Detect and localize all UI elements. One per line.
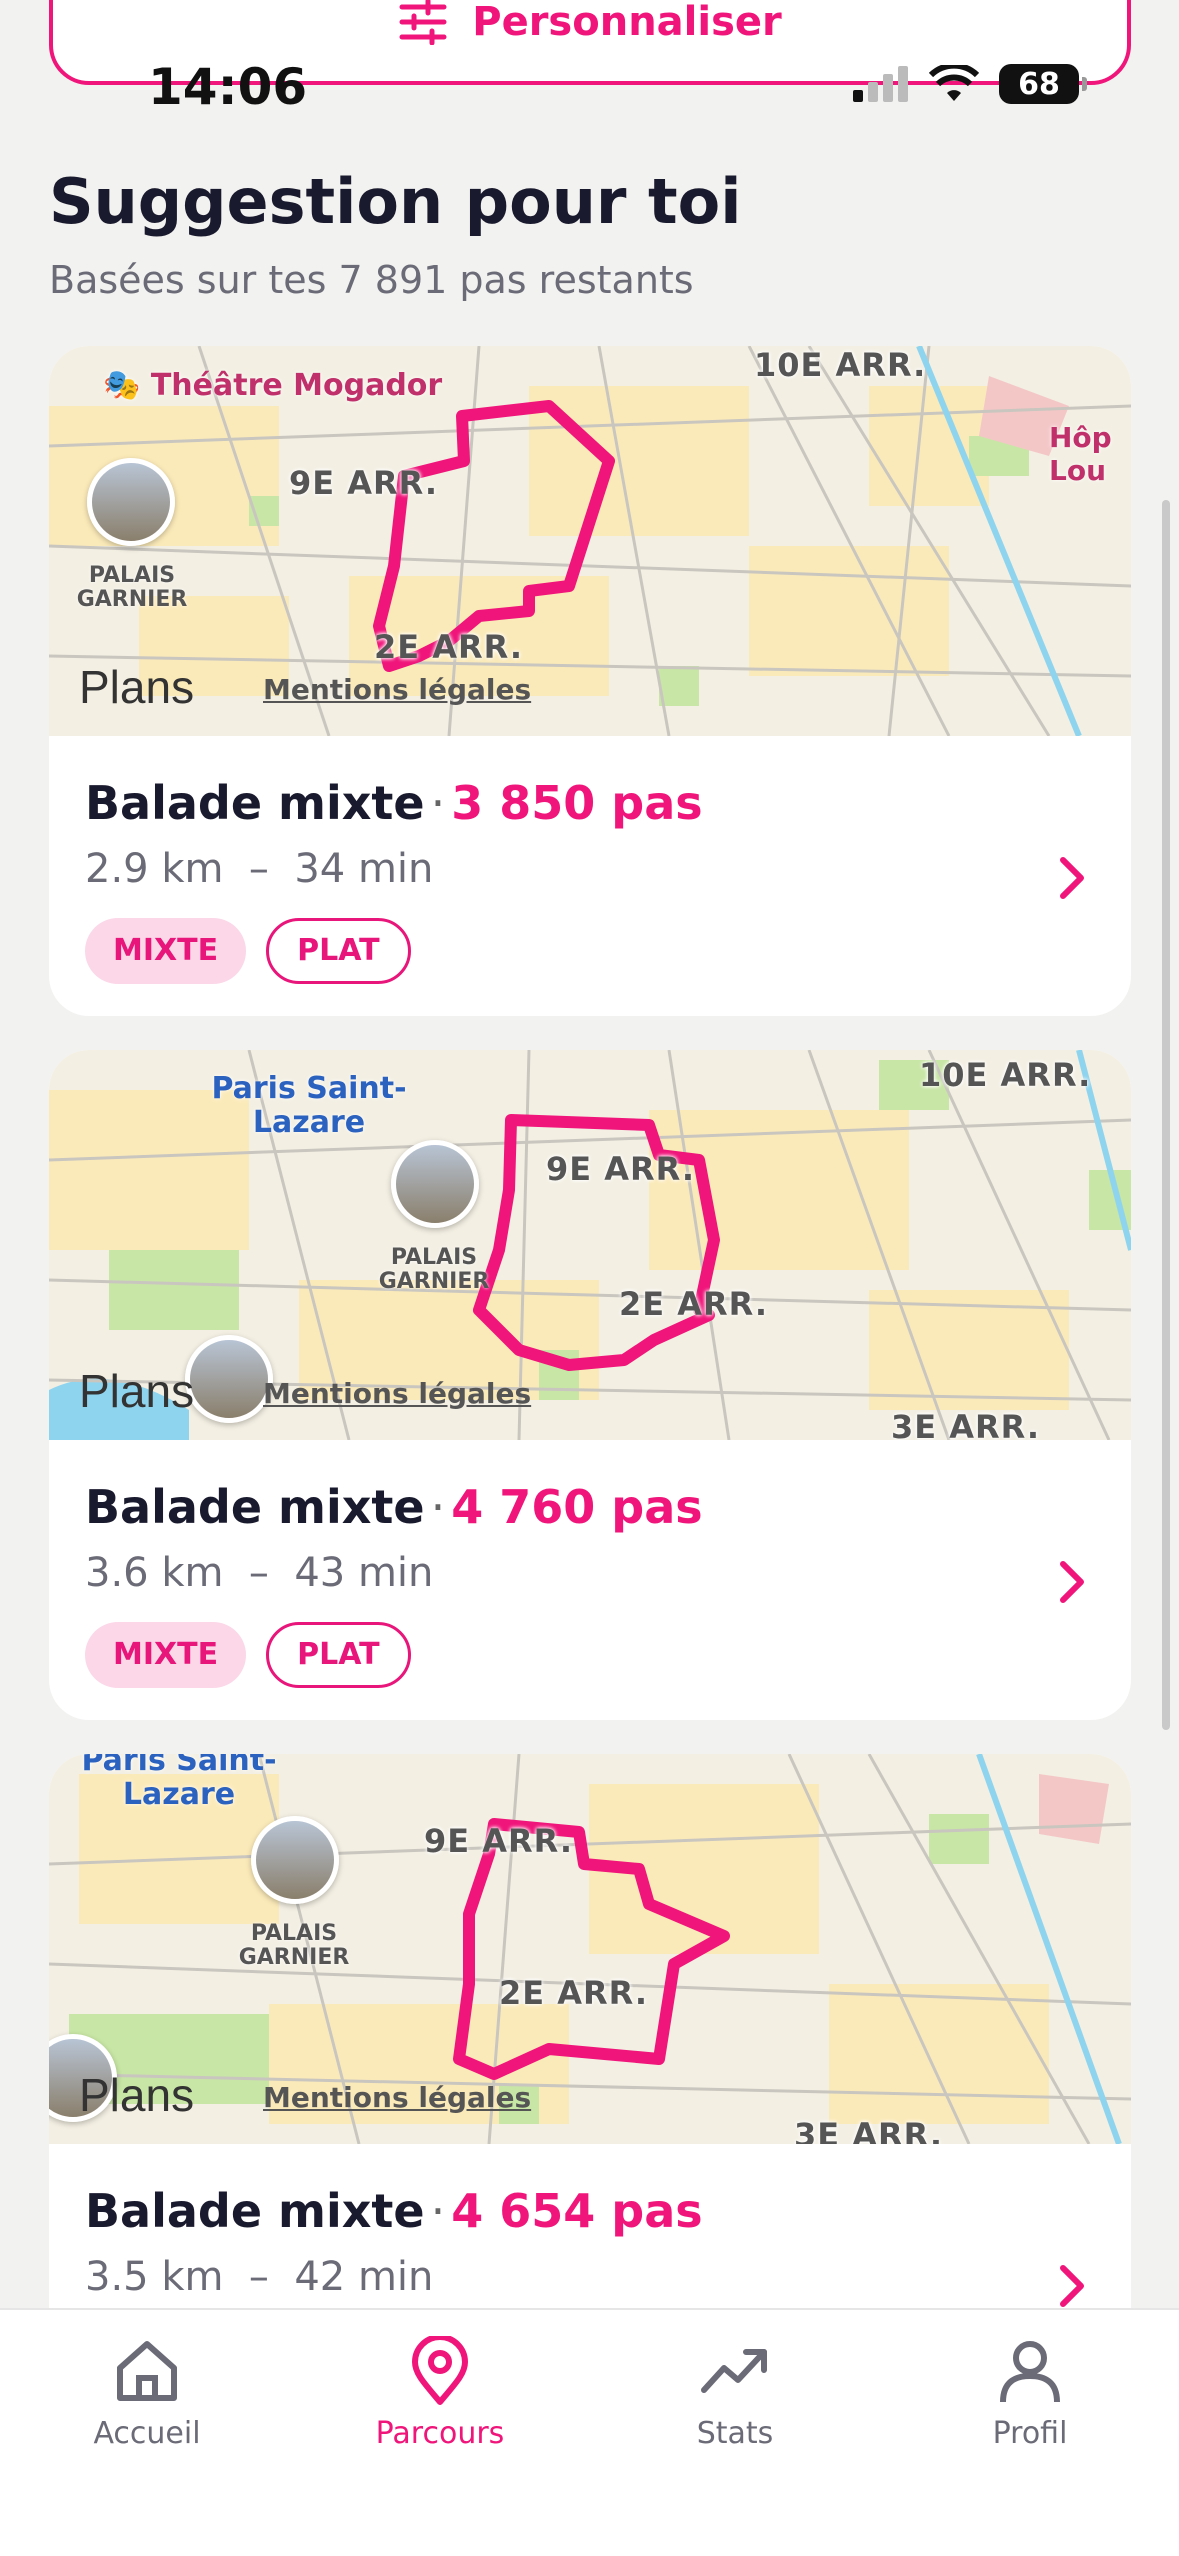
map-poi-label: Paris Saint-Lazare (81, 1754, 277, 1812)
tag-list: MIXTE PLAT (85, 1622, 411, 1688)
card-title: Balade mixte · 4 654 pas (85, 2184, 703, 2238)
map-landmark-label: PALAIS GARNIER (378, 1245, 490, 1294)
apple-plans-logo: Plans (79, 1365, 195, 1417)
route-map: 10E ARR. 9E ARR. 2E ARR. 3E ARR. Paris S… (49, 1050, 1131, 1440)
trend-icon (701, 2349, 767, 2393)
status-icons: 68 (853, 64, 1087, 104)
route-map: 9E ARR. 2E ARR. 3E ARR. Paris Saint-Laza… (49, 1754, 1131, 2144)
card-title: Balade mixte · 4 760 pas (85, 1480, 703, 1534)
tab-label: Accueil (93, 2416, 201, 2451)
tab-label: Stats (696, 2416, 774, 2451)
sliders-icon (399, 0, 447, 45)
mentions-legales-link[interactable]: Mentions légales (263, 673, 531, 706)
card-meta: 3.5 km – 42 min (85, 2254, 434, 2300)
tab-label: Profil (992, 2416, 1068, 2451)
map-label: 3E ARR. (794, 2116, 944, 2144)
section-title: Suggestion pour toi (49, 165, 742, 238)
route-card[interactable]: 10E ARR. 9E ARR. 2E ARR. 🎭 Théâtre Mogad… (49, 346, 1131, 1016)
tab-parcours[interactable]: Parcours (340, 2336, 540, 2451)
tab-label: Parcours (375, 2416, 505, 2451)
scrollbar[interactable] (1162, 500, 1170, 1730)
wifi-icon (929, 65, 979, 101)
route-map: 10E ARR. 9E ARR. 2E ARR. 🎭 Théâtre Mogad… (49, 346, 1131, 736)
map-label: 9E ARR. (289, 464, 439, 502)
personnaliser-label: Personnaliser (472, 0, 782, 45)
obelisk-icon (185, 1335, 273, 1423)
map-label: 9E ARR. (546, 1150, 696, 1188)
map-label: 9E ARR. (424, 1822, 574, 1860)
battery-indicator: 68 (999, 64, 1087, 104)
apple-plans-logo: Plans (79, 2069, 195, 2121)
map-label: 10E ARR. (919, 1056, 1092, 1094)
map-label: 10E ARR. (754, 346, 927, 384)
map-landmark-label: PALAIS GARNIER (238, 1921, 350, 1970)
opera-garnier-icon (87, 458, 175, 546)
status-time: 14:06 (148, 58, 308, 116)
map-label: 3E ARR. (891, 1408, 1041, 1440)
card-steps: 3 850 pas (451, 776, 703, 830)
map-label: 2E ARR. (499, 1974, 649, 2012)
tag-plat: PLAT (266, 1622, 411, 1688)
tag-list: MIXTE PLAT (85, 918, 411, 984)
tag-mixte: MIXTE (85, 1622, 247, 1688)
map-landmark-label: PALAIS GARNIER (76, 563, 188, 612)
chevron-right-icon[interactable] (1057, 856, 1087, 900)
chevron-right-icon[interactable] (1057, 1560, 1087, 1604)
opera-garnier-icon (391, 1140, 479, 1228)
map-hospital-label: Hôp Lou (1049, 421, 1112, 487)
tag-plat: PLAT (266, 918, 411, 984)
cellular-signal-icon (853, 66, 908, 102)
map-label: 2E ARR. (374, 628, 524, 666)
home-icon (117, 2341, 177, 2401)
theatre-icon: 🎭 (103, 368, 141, 403)
mentions-legales-link[interactable]: Mentions légales (263, 2081, 531, 2114)
card-steps: 4 654 pas (451, 2184, 703, 2238)
route-card[interactable]: 10E ARR. 9E ARR. 2E ARR. 3E ARR. Paris S… (49, 1050, 1131, 1720)
map-label: 2E ARR. (619, 1285, 769, 1323)
mentions-legales-link[interactable]: Mentions légales (263, 1377, 531, 1410)
tab-stats[interactable]: Stats (635, 2336, 835, 2451)
tab-accueil[interactable]: Accueil (47, 2336, 247, 2451)
card-meta: 3.6 km – 43 min (85, 1550, 434, 1596)
section-subtitle: Basées sur tes 7 891 pas restants (49, 258, 694, 302)
map-poi-label: Théâtre Mogador (150, 368, 443, 403)
tab-bar: Accueil Parcours Stats Profil (0, 2308, 1179, 2556)
opera-garnier-icon (251, 1816, 339, 1904)
user-icon (1000, 2341, 1060, 2403)
location-pin-icon (412, 2336, 468, 2405)
chevron-right-icon[interactable] (1057, 2264, 1087, 2308)
apple-plans-logo: Plans (79, 661, 195, 713)
card-steps: 4 760 pas (451, 1480, 703, 1534)
tag-mixte: MIXTE (85, 918, 247, 984)
map-poi: 🎭 Théâtre Mogador (103, 368, 442, 403)
tab-profil[interactable]: Profil (930, 2336, 1130, 2451)
status-bar: 14:06 68 (0, 50, 1179, 130)
map-poi-label: Paris Saint-Lazare (211, 1071, 407, 1140)
card-meta: 2.9 km – 34 min (85, 846, 434, 892)
card-title: Balade mixte · 3 850 pas (85, 776, 703, 830)
